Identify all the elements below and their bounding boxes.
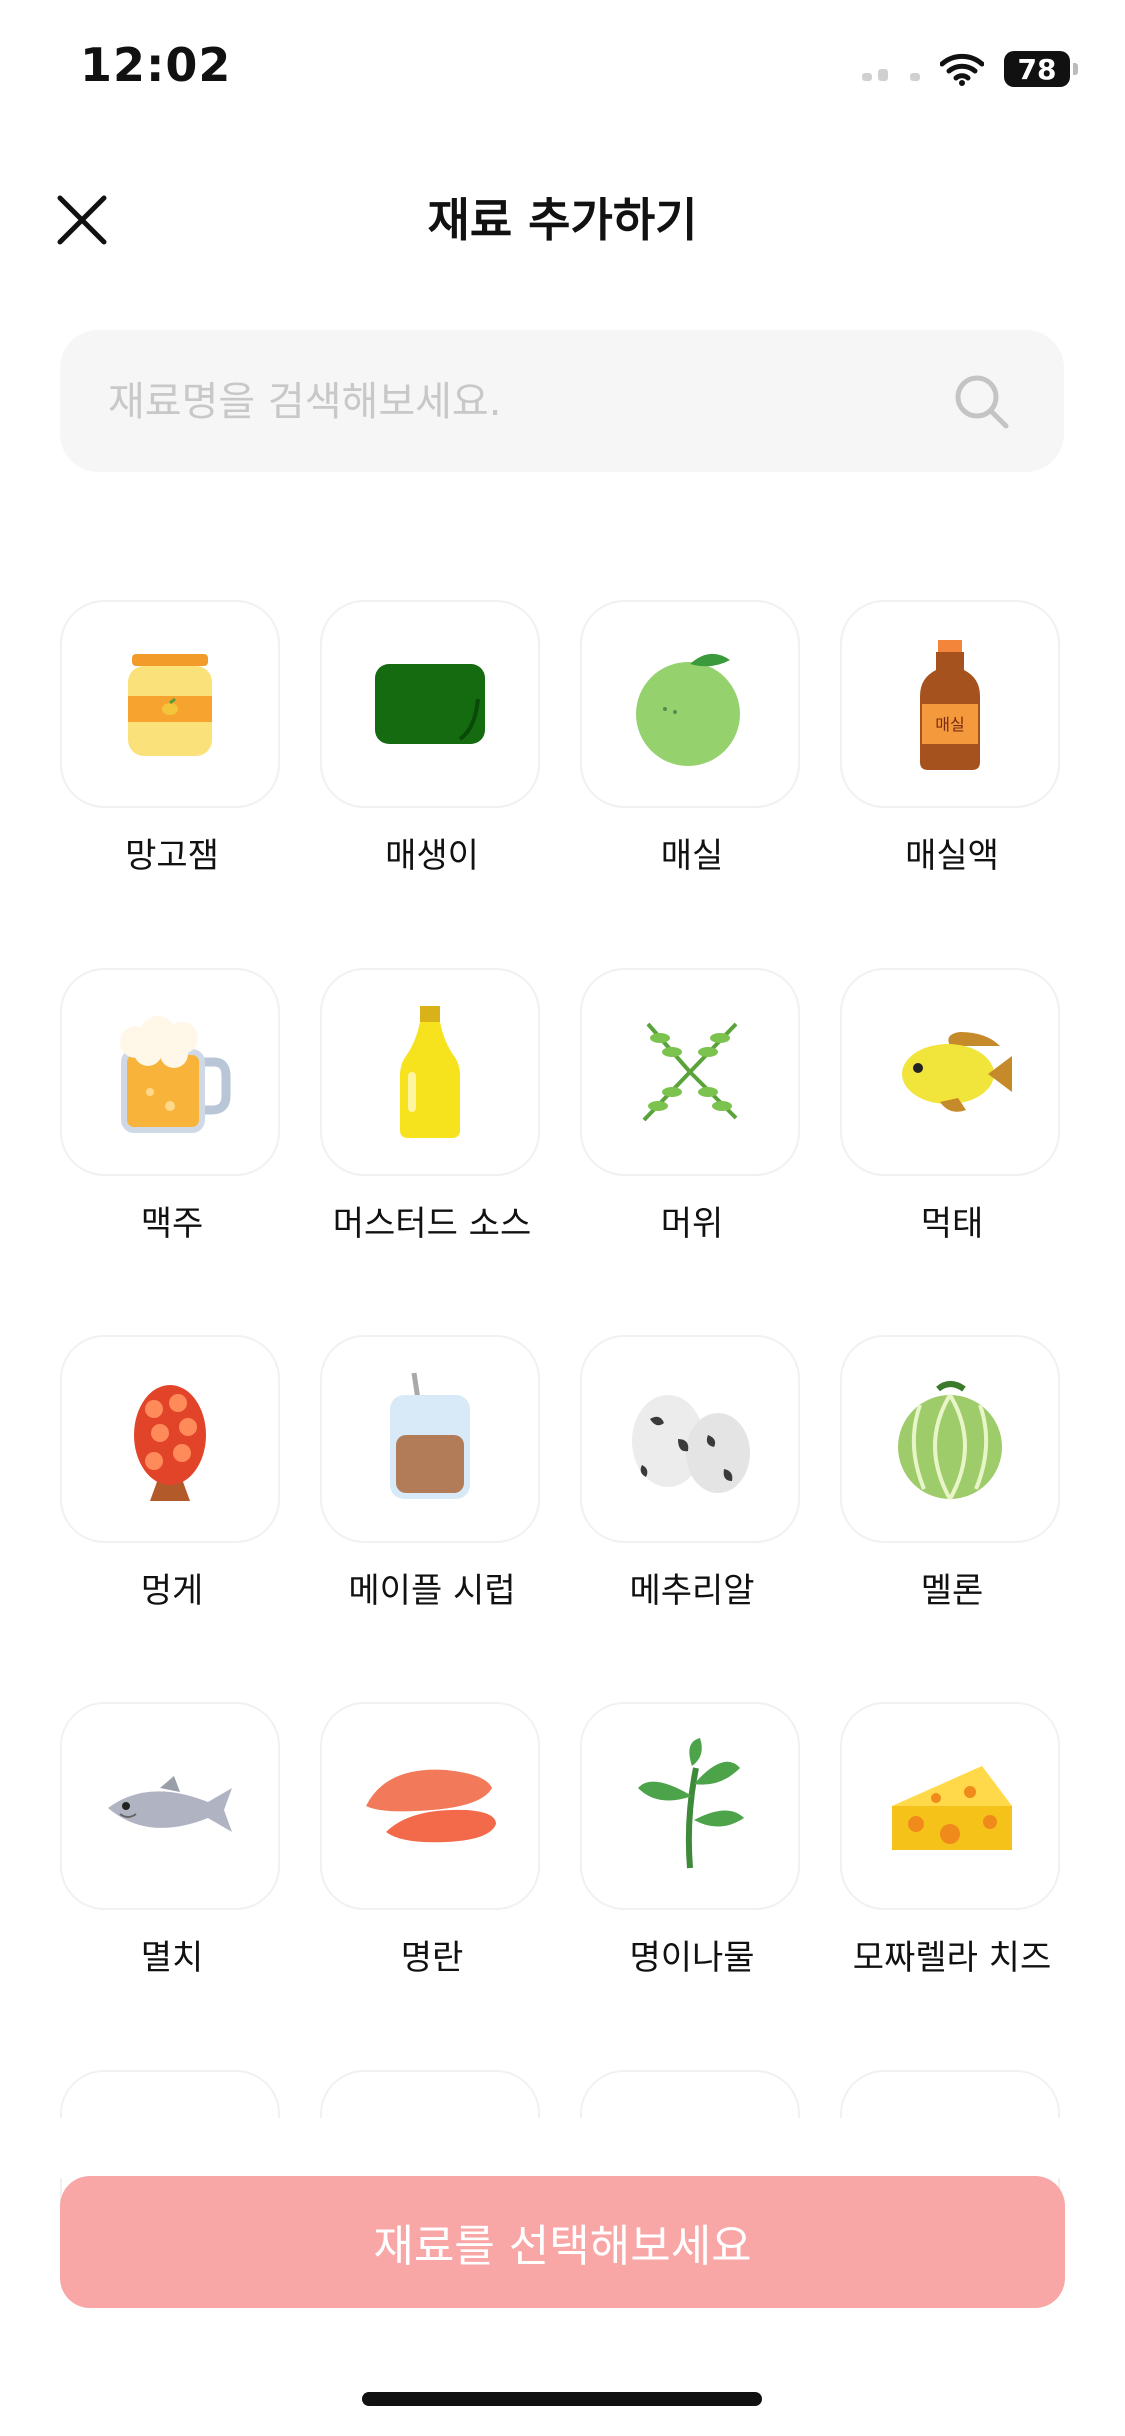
melon-icon	[898, 1381, 1002, 1500]
ingredient-tile[interactable]	[320, 968, 540, 1176]
ingredient-tile[interactable]	[320, 1335, 540, 1543]
search-icon[interactable]	[952, 372, 1012, 432]
ingredient-item[interactable]: 매실	[580, 600, 804, 900]
status-bar: 12:02 78	[0, 0, 1125, 140]
battery-icon: 78	[1004, 51, 1078, 87]
beer-mug-icon	[120, 1016, 231, 1133]
ingredient-label: 명이나물	[629, 1938, 755, 1978]
ingredient-label: 머위	[660, 1204, 724, 1244]
ingredient-tile[interactable]	[320, 600, 540, 808]
seaweed-icon	[375, 664, 485, 744]
plum-syrup-bottle-icon: 매실	[920, 640, 980, 770]
green-plum-icon	[636, 653, 740, 766]
ingredient-label: 망고잼	[125, 836, 219, 876]
syrup-bottle-label: 매실	[935, 715, 964, 734]
ingredient-label: 매실액	[905, 836, 999, 876]
ingredient-item[interactable]: 매생이	[320, 600, 544, 900]
ingredient-label: 매실	[660, 836, 724, 876]
ingredient-item[interactable]: 메추리알	[580, 1335, 804, 1635]
ingredient-item[interactable]: 멜론	[840, 1335, 1064, 1635]
wifi-icon	[940, 53, 984, 86]
ingredient-item[interactable]: 멍게	[60, 1335, 284, 1635]
ingredient-item[interactable]: 매실 매실액	[840, 600, 1064, 900]
ingredient-item[interactable]: 명란	[320, 1702, 544, 2002]
ingredient-item[interactable]: 멸치	[60, 1702, 284, 2002]
cellular-signal-icon	[862, 57, 920, 81]
cheese-icon	[892, 1766, 1012, 1850]
bottom-mask	[0, 2118, 1125, 2178]
page-title: 재료 추가하기	[427, 193, 698, 247]
ingredient-label: 매생이	[385, 836, 479, 876]
ingredient-item[interactable]: 망고잼	[60, 600, 284, 900]
status-icons: 78	[862, 48, 1078, 90]
sea-squirt-icon	[134, 1385, 206, 1501]
ingredient-tile[interactable]	[580, 1335, 800, 1543]
ingredient-tile[interactable]	[840, 1335, 1060, 1543]
pollock-roe-icon	[366, 1769, 496, 1843]
ingredient-tile[interactable]	[60, 968, 280, 1176]
search-input[interactable]	[106, 330, 930, 474]
ingredient-tile[interactable]	[840, 968, 1060, 1176]
anchovy-icon	[108, 1776, 232, 1832]
ingredient-tile[interactable]	[580, 600, 800, 808]
ingredient-tile[interactable]	[580, 1702, 800, 1910]
ingredient-label: 멜론	[920, 1571, 984, 1611]
status-time: 12:02	[80, 38, 232, 92]
ingredient-tile[interactable]: 매실	[840, 600, 1060, 808]
ingredient-label: 모짜렐라 치즈	[852, 1938, 1052, 1978]
ingredient-tile[interactable]	[60, 600, 280, 808]
select-ingredient-button[interactable]: 재료를 선택해보세요	[60, 2176, 1065, 2308]
butterbur-leaf-icon	[642, 1022, 738, 1122]
ingredient-label: 명란	[400, 1938, 464, 1978]
ingredient-item[interactable]: 명이나물	[580, 1702, 804, 2002]
quail-eggs-icon	[632, 1395, 750, 1493]
ingredient-item[interactable]: 메이플 시럽	[320, 1335, 544, 1635]
ingredient-item[interactable]: 먹태	[840, 968, 1064, 1268]
ingredient-tile[interactable]	[60, 1702, 280, 1910]
battery-level: 78	[1017, 52, 1057, 86]
ingredient-label: 머스터드 소스	[332, 1204, 532, 1244]
dried-fish-icon	[902, 1032, 1012, 1112]
ingredient-item[interactable]: 맥주	[60, 968, 284, 1268]
ingredient-item[interactable]: 머스터드 소스	[320, 968, 544, 1268]
maple-syrup-jar-icon	[390, 1372, 470, 1499]
ingredient-label: 멍게	[140, 1571, 204, 1611]
ingredient-label: 맥주	[140, 1204, 204, 1244]
search-box	[60, 330, 1064, 474]
ingredient-tile[interactable]	[320, 1702, 540, 1910]
home-indicator	[362, 2392, 762, 2406]
wild-garlic-leaf-icon	[638, 1738, 744, 1869]
ingredient-label: 메추리알	[629, 1571, 755, 1611]
jam-jar-icon	[128, 654, 212, 756]
mustard-bottle-icon	[400, 1006, 460, 1138]
ingredient-label: 먹태	[920, 1204, 984, 1244]
ingredient-tile[interactable]	[60, 1335, 280, 1543]
ingredient-tile[interactable]	[580, 968, 800, 1176]
ingredient-item[interactable]: 머위	[580, 968, 804, 1268]
ingredient-tile[interactable]	[840, 1702, 1060, 1910]
header: 재료 추가하기	[0, 170, 1125, 260]
ingredient-item[interactable]: 모짜렐라 치즈	[840, 1702, 1064, 2002]
ingredient-label: 멸치	[140, 1938, 204, 1978]
ingredient-label: 메이플 시럽	[348, 1571, 516, 1611]
